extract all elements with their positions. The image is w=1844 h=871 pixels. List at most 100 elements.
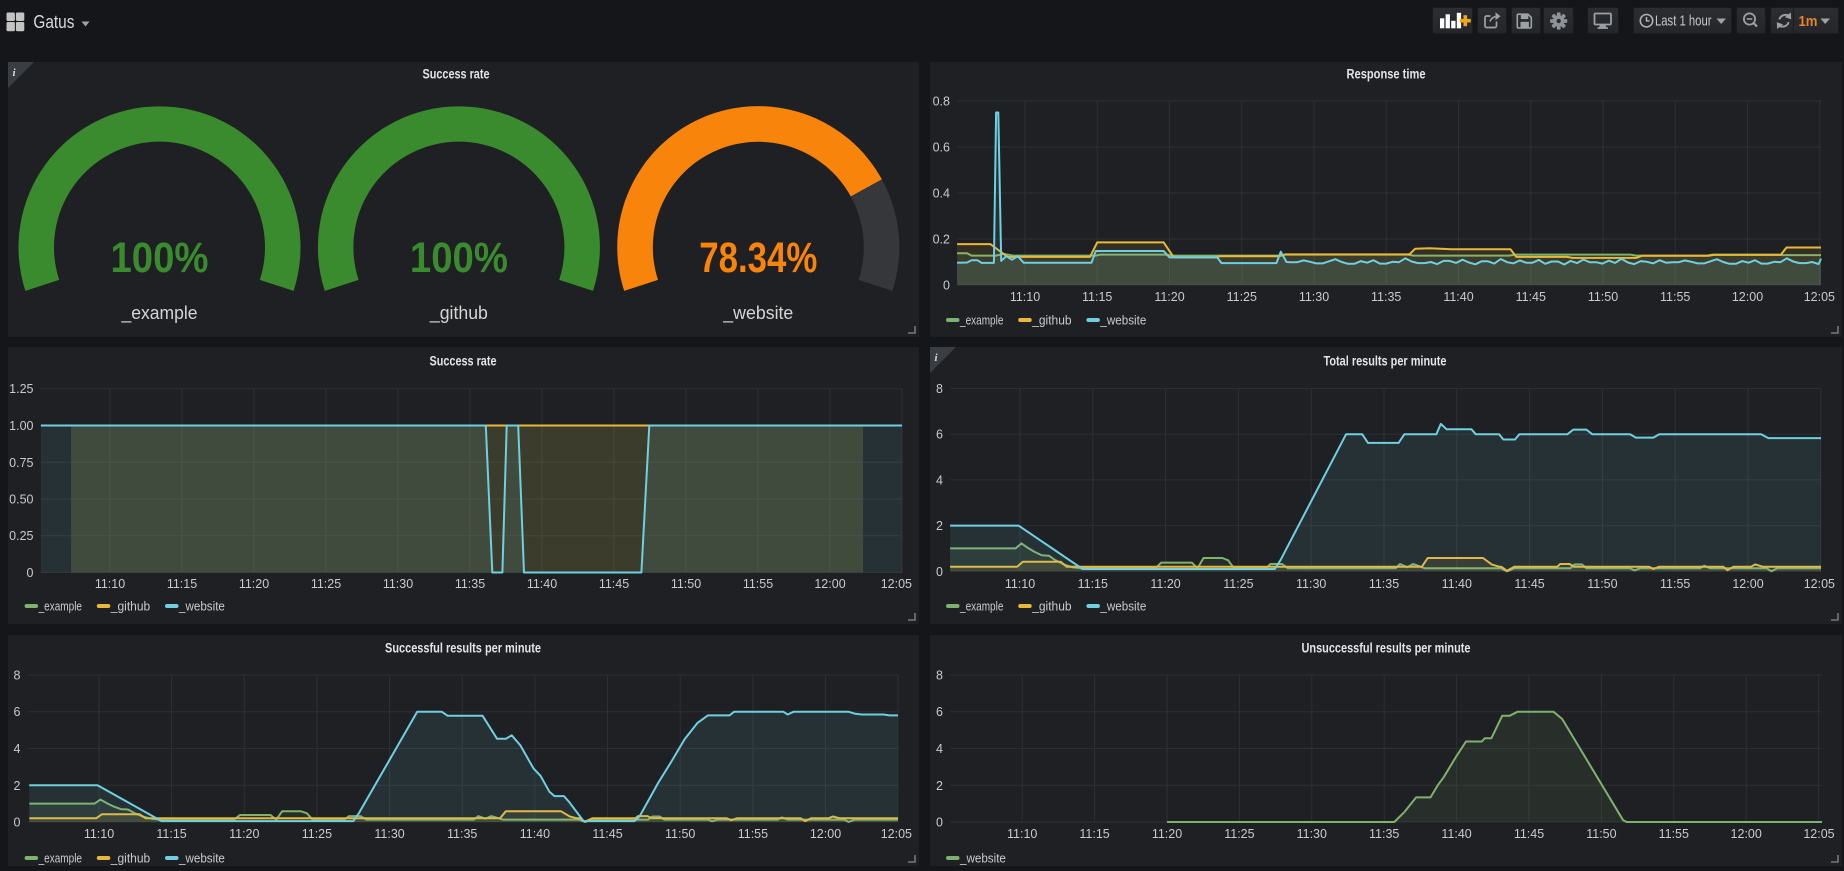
svg-text:_example: _example xyxy=(959,600,1003,614)
svg-text:11:30: 11:30 xyxy=(383,577,413,591)
svg-text:11:35: 11:35 xyxy=(1369,827,1399,841)
svg-text:_github: _github xyxy=(429,302,488,324)
svg-text:11:25: 11:25 xyxy=(311,577,341,591)
svg-text:12:00: 12:00 xyxy=(1731,827,1762,841)
svg-text:11:45: 11:45 xyxy=(592,827,622,841)
svg-text:11:20: 11:20 xyxy=(229,827,259,841)
svg-text:_example: _example xyxy=(121,302,198,324)
svg-text:Success rate: Success rate xyxy=(430,354,497,369)
svg-text:11:25: 11:25 xyxy=(302,827,332,841)
svg-text:11:55: 11:55 xyxy=(1660,577,1690,591)
svg-text:11:45: 11:45 xyxy=(1514,827,1544,841)
svg-text:Total results per minute: Total results per minute xyxy=(1324,354,1447,369)
svg-text:11:15: 11:15 xyxy=(1079,827,1109,841)
svg-text:11:55: 11:55 xyxy=(743,577,773,591)
svg-text:0: 0 xyxy=(27,566,34,580)
svg-text:_website: _website xyxy=(1099,314,1146,328)
svg-text:0.50: 0.50 xyxy=(9,493,33,507)
svg-text:11:20: 11:20 xyxy=(1154,290,1184,304)
svg-text:11:40: 11:40 xyxy=(1441,827,1471,841)
svg-text:_website: _website xyxy=(722,302,793,324)
svg-text:2: 2 xyxy=(936,519,943,533)
svg-text:11:45: 11:45 xyxy=(1516,290,1546,304)
svg-text:Last 1 hour: Last 1 hour xyxy=(1655,14,1712,30)
svg-text:0: 0 xyxy=(943,279,950,293)
svg-text:0: 0 xyxy=(13,816,20,830)
svg-text:11:40: 11:40 xyxy=(1443,290,1473,304)
svg-text:0.25: 0.25 xyxy=(9,529,33,543)
svg-text:11:20: 11:20 xyxy=(239,577,269,591)
svg-text:1.25: 1.25 xyxy=(9,382,33,396)
svg-text:2: 2 xyxy=(13,779,20,793)
svg-text:78.34%: 78.34% xyxy=(699,234,817,282)
svg-text:11:40: 11:40 xyxy=(527,577,557,591)
svg-text:_website: _website xyxy=(178,852,225,866)
svg-text:12:05: 12:05 xyxy=(1804,290,1835,304)
svg-text:11:10: 11:10 xyxy=(95,577,125,591)
svg-text:11:15: 11:15 xyxy=(167,577,197,591)
svg-text:8: 8 xyxy=(13,669,20,683)
svg-text:6: 6 xyxy=(936,705,943,719)
svg-text:2: 2 xyxy=(936,779,943,793)
svg-text:11:50: 11:50 xyxy=(671,577,701,591)
svg-text:4: 4 xyxy=(13,742,20,756)
svg-text:11:35: 11:35 xyxy=(447,827,477,841)
svg-text:_website: _website xyxy=(959,852,1006,866)
svg-text:12:00: 12:00 xyxy=(1732,577,1763,591)
svg-text:11:10: 11:10 xyxy=(1010,290,1040,304)
svg-text:Successful results per minute: Successful results per minute xyxy=(385,641,541,656)
svg-text:4: 4 xyxy=(936,473,943,487)
svg-text:6: 6 xyxy=(936,428,943,442)
svg-text:11:10: 11:10 xyxy=(1005,577,1035,591)
svg-text:11:40: 11:40 xyxy=(1442,577,1472,591)
svg-text:1m: 1m xyxy=(1799,13,1818,30)
svg-text:11:50: 11:50 xyxy=(1587,577,1617,591)
svg-text:0.75: 0.75 xyxy=(9,456,33,470)
svg-text:0.8: 0.8 xyxy=(933,95,950,109)
svg-text:6: 6 xyxy=(13,705,20,719)
svg-text:8: 8 xyxy=(936,382,943,396)
svg-text:11:20: 11:20 xyxy=(1152,827,1182,841)
svg-text:0: 0 xyxy=(936,565,943,579)
svg-text:100%: 100% xyxy=(410,234,508,282)
svg-text:11:30: 11:30 xyxy=(1297,827,1327,841)
svg-text:0.4: 0.4 xyxy=(933,187,950,201)
svg-text:0.2: 0.2 xyxy=(933,233,950,247)
svg-text:1.00: 1.00 xyxy=(9,419,33,433)
svg-text:_github: _github xyxy=(1031,314,1071,328)
svg-text:11:15: 11:15 xyxy=(156,827,186,841)
svg-text:12:05: 12:05 xyxy=(1804,577,1835,591)
svg-text:11:45: 11:45 xyxy=(1514,577,1544,591)
svg-text:11:50: 11:50 xyxy=(1588,290,1618,304)
svg-text:11:35: 11:35 xyxy=(455,577,485,591)
svg-text:11:10: 11:10 xyxy=(84,827,114,841)
svg-text:11:10: 11:10 xyxy=(1007,827,1037,841)
svg-text:4: 4 xyxy=(936,742,943,756)
svg-text:11:40: 11:40 xyxy=(520,827,550,841)
svg-text:11:25: 11:25 xyxy=(1227,290,1257,304)
svg-text:12:05: 12:05 xyxy=(1803,827,1834,841)
svg-text:11:20: 11:20 xyxy=(1150,577,1180,591)
svg-text:0.6: 0.6 xyxy=(933,141,950,155)
svg-text:100%: 100% xyxy=(111,234,209,282)
svg-text:11:55: 11:55 xyxy=(1660,290,1690,304)
svg-text:11:30: 11:30 xyxy=(374,827,404,841)
svg-text:11:55: 11:55 xyxy=(1659,827,1689,841)
svg-text:_github: _github xyxy=(110,852,150,866)
svg-text:11:55: 11:55 xyxy=(738,827,768,841)
svg-text:11:15: 11:15 xyxy=(1078,577,1108,591)
svg-text:11:35: 11:35 xyxy=(1369,577,1399,591)
svg-text:11:25: 11:25 xyxy=(1224,827,1254,841)
svg-text:11:50: 11:50 xyxy=(1586,827,1616,841)
svg-text:12:00: 12:00 xyxy=(810,827,841,841)
svg-text:11:50: 11:50 xyxy=(665,827,695,841)
svg-text:12:05: 12:05 xyxy=(881,577,912,591)
svg-text:_example: _example xyxy=(38,600,82,614)
svg-text:11:25: 11:25 xyxy=(1223,577,1253,591)
svg-text:Unsuccessful results per minut: Unsuccessful results per minute xyxy=(1302,641,1471,656)
svg-text:_github: _github xyxy=(1031,600,1071,614)
svg-text:_example: _example xyxy=(959,314,1003,328)
svg-text:11:35: 11:35 xyxy=(1371,290,1401,304)
svg-text:_example: _example xyxy=(38,852,82,866)
svg-text:8: 8 xyxy=(936,669,943,683)
